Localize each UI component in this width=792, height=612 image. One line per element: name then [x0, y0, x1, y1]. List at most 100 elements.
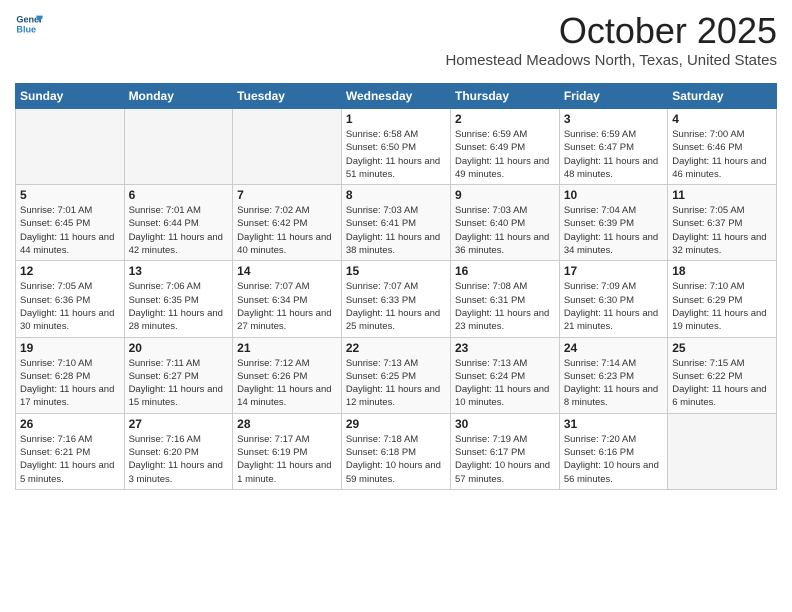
calendar-cell-w4-d1: 27 Sunrise: 7:16 AM Sunset: 6:20 PM Dayli… [124, 413, 233, 489]
weekday-header-wednesday: Wednesday [341, 84, 450, 109]
calendar-cell-w2-d2: 14 Sunrise: 7:07 AM Sunset: 6:34 PM Dayli… [233, 261, 342, 337]
day-number: 24 [564, 341, 663, 355]
day-number: 27 [129, 417, 229, 431]
day-number: 21 [237, 341, 337, 355]
day-number: 3 [564, 112, 663, 126]
calendar-cell-w0-d0 [16, 109, 125, 185]
day-info: Sunrise: 7:02 AM Sunset: 6:42 PM Dayligh… [237, 204, 337, 257]
day-number: 5 [20, 188, 120, 202]
day-number: 13 [129, 264, 229, 278]
day-info: Sunrise: 7:01 AM Sunset: 6:44 PM Dayligh… [129, 204, 229, 257]
day-number: 23 [455, 341, 555, 355]
day-info: Sunrise: 7:05 AM Sunset: 6:36 PM Dayligh… [20, 280, 120, 333]
calendar-cell-w4-d4: 30 Sunrise: 7:19 AM Sunset: 6:17 PM Dayli… [450, 413, 559, 489]
day-info: Sunrise: 7:03 AM Sunset: 6:41 PM Dayligh… [346, 204, 446, 257]
day-info: Sunrise: 7:14 AM Sunset: 6:23 PM Dayligh… [564, 357, 663, 410]
day-number: 28 [237, 417, 337, 431]
day-number: 25 [672, 341, 772, 355]
calendar-cell-w1-d6: 11 Sunrise: 7:05 AM Sunset: 6:37 PM Dayli… [668, 185, 777, 261]
calendar-cell-w0-d3: 1 Sunrise: 6:58 AM Sunset: 6:50 PM Daylig… [341, 109, 450, 185]
svg-text:Blue: Blue [16, 24, 36, 34]
day-info: Sunrise: 7:10 AM Sunset: 6:28 PM Dayligh… [20, 357, 120, 410]
day-info: Sunrise: 7:09 AM Sunset: 6:30 PM Dayligh… [564, 280, 663, 333]
calendar-cell-w3-d0: 19 Sunrise: 7:10 AM Sunset: 6:28 PM Dayli… [16, 337, 125, 413]
calendar-cell-w1-d0: 5 Sunrise: 7:01 AM Sunset: 6:45 PM Daylig… [16, 185, 125, 261]
day-number: 30 [455, 417, 555, 431]
day-info: Sunrise: 7:16 AM Sunset: 6:20 PM Dayligh… [129, 433, 229, 486]
calendar-cell-w4-d2: 28 Sunrise: 7:17 AM Sunset: 6:19 PM Dayli… [233, 413, 342, 489]
calendar-cell-w1-d4: 9 Sunrise: 7:03 AM Sunset: 6:40 PM Daylig… [450, 185, 559, 261]
calendar-cell-w0-d5: 3 Sunrise: 6:59 AM Sunset: 6:47 PM Daylig… [559, 109, 667, 185]
weekday-header-thursday: Thursday [450, 84, 559, 109]
day-number: 12 [20, 264, 120, 278]
day-number: 17 [564, 264, 663, 278]
day-number: 15 [346, 264, 446, 278]
calendar-cell-w1-d3: 8 Sunrise: 7:03 AM Sunset: 6:41 PM Daylig… [341, 185, 450, 261]
weekday-header-saturday: Saturday [668, 84, 777, 109]
calendar-table: SundayMondayTuesdayWednesdayThursdayFrid… [15, 83, 777, 490]
day-info: Sunrise: 7:01 AM Sunset: 6:45 PM Dayligh… [20, 204, 120, 257]
calendar-cell-w3-d5: 24 Sunrise: 7:14 AM Sunset: 6:23 PM Dayli… [559, 337, 667, 413]
day-number: 9 [455, 188, 555, 202]
day-info: Sunrise: 7:03 AM Sunset: 6:40 PM Dayligh… [455, 204, 555, 257]
calendar-cell-w3-d6: 25 Sunrise: 7:15 AM Sunset: 6:22 PM Dayli… [668, 337, 777, 413]
calendar-cell-w4-d6 [668, 413, 777, 489]
day-info: Sunrise: 7:13 AM Sunset: 6:24 PM Dayligh… [455, 357, 555, 410]
calendar-cell-w0-d6: 4Sunrise: 7:00 AM Sunset: 6:46 PM Daylig… [668, 109, 777, 185]
day-info: Sunrise: 7:16 AM Sunset: 6:21 PM Dayligh… [20, 433, 120, 486]
day-info: Sunrise: 7:10 AM Sunset: 6:29 PM Dayligh… [672, 280, 772, 333]
day-number: 29 [346, 417, 446, 431]
calendar-cell-w3-d1: 20 Sunrise: 7:11 AM Sunset: 6:27 PM Dayli… [124, 337, 233, 413]
general-blue-logo-icon: General Blue [15, 10, 43, 38]
day-info: Sunrise: 7:05 AM Sunset: 6:37 PM Dayligh… [672, 204, 772, 257]
calendar-cell-w2-d1: 13 Sunrise: 7:06 AM Sunset: 6:35 PM Dayli… [124, 261, 233, 337]
day-info: Sunrise: 7:07 AM Sunset: 6:33 PM Dayligh… [346, 280, 446, 333]
location-subtitle: Homestead Meadows North, Texas, United S… [445, 52, 777, 69]
day-info: Sunrise: 7:19 AM Sunset: 6:17 PM Dayligh… [455, 433, 555, 486]
day-info: Sunrise: 7:04 AM Sunset: 6:39 PM Dayligh… [564, 204, 663, 257]
day-info: Sunrise: 7:13 AM Sunset: 6:25 PM Dayligh… [346, 357, 446, 410]
day-info: Sunrise: 7:07 AM Sunset: 6:34 PM Dayligh… [237, 280, 337, 333]
day-number: 20 [129, 341, 229, 355]
day-info: Sunrise: 6:59 AM Sunset: 6:49 PM Dayligh… [455, 128, 555, 181]
calendar-cell-w0-d2 [233, 109, 342, 185]
day-number: 16 [455, 264, 555, 278]
calendar-cell-w2-d6: 18 Sunrise: 7:10 AM Sunset: 6:29 PM Dayli… [668, 261, 777, 337]
day-number: 18 [672, 264, 772, 278]
day-number: 31 [564, 417, 663, 431]
day-number: 1 [346, 112, 446, 126]
calendar-cell-w4-d5: 31 Sunrise: 7:20 AM Sunset: 6:16 PM Dayli… [559, 413, 667, 489]
day-info: Sunrise: 7:15 AM Sunset: 6:22 PM Dayligh… [672, 357, 772, 410]
calendar-cell-w4-d0: 26Sunrise: 7:16 AM Sunset: 6:21 PM Dayli… [16, 413, 125, 489]
day-number: 19 [20, 341, 120, 355]
day-number: 11 [672, 188, 772, 202]
day-info: Sunrise: 6:58 AM Sunset: 6:50 PM Dayligh… [346, 128, 446, 181]
day-number: 14 [237, 264, 337, 278]
day-info: Sunrise: 7:06 AM Sunset: 6:35 PM Dayligh… [129, 280, 229, 333]
calendar-cell-w1-d5: 10 Sunrise: 7:04 AM Sunset: 6:39 PM Dayli… [559, 185, 667, 261]
weekday-header-tuesday: Tuesday [233, 84, 342, 109]
calendar-cell-w2-d4: 16Sunrise: 7:08 AM Sunset: 6:31 PM Dayli… [450, 261, 559, 337]
calendar-cell-w2-d5: 17 Sunrise: 7:09 AM Sunset: 6:30 PM Dayli… [559, 261, 667, 337]
calendar-cell-w3-d4: 23 Sunrise: 7:13 AM Sunset: 6:24 PM Dayli… [450, 337, 559, 413]
calendar-cell-w3-d3: 22Sunrise: 7:13 AM Sunset: 6:25 PM Dayli… [341, 337, 450, 413]
day-info: Sunrise: 6:59 AM Sunset: 6:47 PM Dayligh… [564, 128, 663, 181]
calendar-cell-w0-d4: 2Sunrise: 6:59 AM Sunset: 6:49 PM Daylig… [450, 109, 559, 185]
calendar-cell-w3-d2: 21Sunrise: 7:12 AM Sunset: 6:26 PM Dayli… [233, 337, 342, 413]
weekday-header-friday: Friday [559, 84, 667, 109]
month-title: October 2025 [445, 10, 777, 52]
day-info: Sunrise: 7:18 AM Sunset: 6:18 PM Dayligh… [346, 433, 446, 486]
weekday-header-monday: Monday [124, 84, 233, 109]
calendar-cell-w2-d3: 15 Sunrise: 7:07 AM Sunset: 6:33 PM Dayli… [341, 261, 450, 337]
day-info: Sunrise: 7:11 AM Sunset: 6:27 PM Dayligh… [129, 357, 229, 410]
day-number: 6 [129, 188, 229, 202]
day-number: 7 [237, 188, 337, 202]
day-number: 10 [564, 188, 663, 202]
calendar-cell-w4-d3: 29 Sunrise: 7:18 AM Sunset: 6:18 PM Dayli… [341, 413, 450, 489]
day-info: Sunrise: 7:17 AM Sunset: 6:19 PM Dayligh… [237, 433, 337, 486]
calendar-cell-w0-d1 [124, 109, 233, 185]
day-number: 8 [346, 188, 446, 202]
calendar-cell-w2-d0: 12 Sunrise: 7:05 AM Sunset: 6:36 PM Dayli… [16, 261, 125, 337]
calendar-cell-w1-d1: 6 Sunrise: 7:01 AM Sunset: 6:44 PM Daylig… [124, 185, 233, 261]
day-info: Sunrise: 7:20 AM Sunset: 6:16 PM Dayligh… [564, 433, 663, 486]
